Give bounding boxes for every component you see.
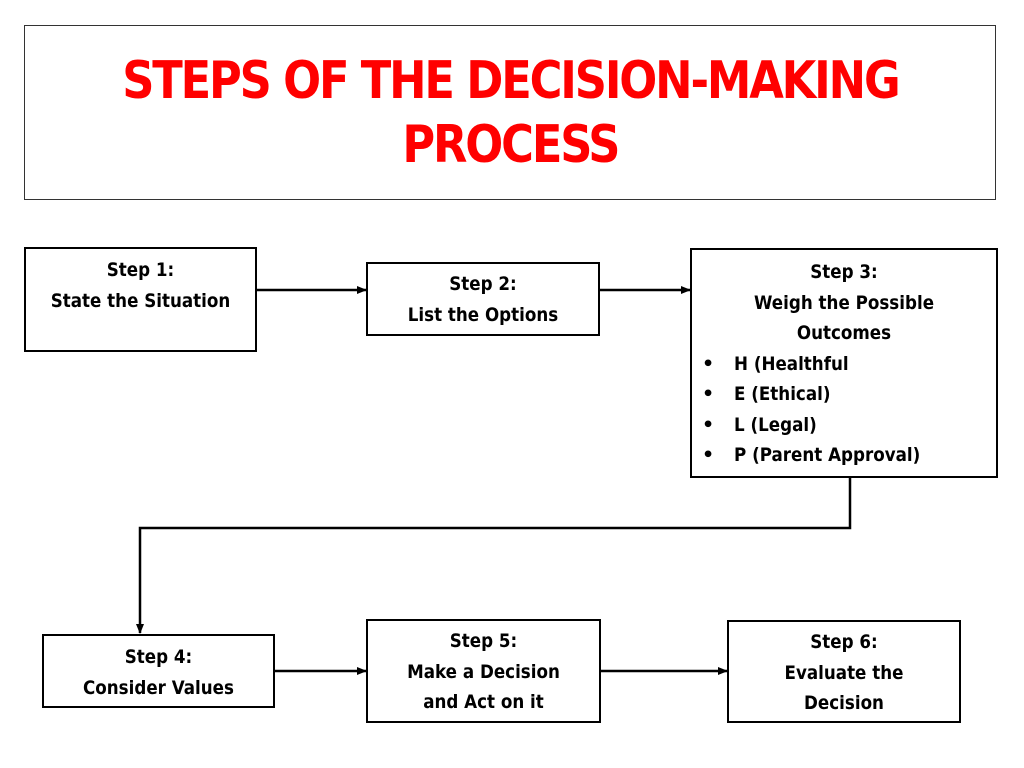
step-3-text-1: Weigh the Possible (753, 291, 935, 314)
step-3-label: Step 3: (810, 261, 878, 283)
arrow-step3-to-step4 (136, 477, 852, 634)
step-6-text-2: Decision (804, 692, 884, 714)
criteria-text: P (Parent Approval) (734, 444, 921, 466)
step-3-box: Step 3: Weigh the Possible Outcomes • H … (690, 248, 998, 478)
criteria-item-legal: • L (Legal) (692, 410, 996, 441)
step-1-label: Step 1: (106, 259, 175, 281)
bullet-icon: • (702, 383, 715, 405)
step-4-label: Step 4: (124, 646, 193, 668)
step-1-box: Step 1: State the Situation (24, 247, 257, 352)
criteria-item-healthful: • H (Healthful (692, 349, 996, 380)
step-2-text: List the Options (407, 303, 559, 326)
step-6-text-1: Evaluate the (784, 661, 904, 684)
step-3-criteria-list: • H (Healthful • E (Ethical) • L (Legal)… (692, 349, 996, 471)
step-5-box: Step 5: Make a Decision and Act on it (366, 619, 601, 723)
step-6-label: Step 6: (810, 631, 878, 653)
step-2-box: Step 2: List the Options (366, 262, 600, 336)
step-5-label: Step 5: (449, 630, 518, 652)
bullet-icon: • (702, 352, 715, 375)
criteria-text: H (Healthful (734, 352, 849, 375)
step-5-text-2: and Act on it (423, 691, 544, 713)
step-1-text: State the Situation (50, 289, 231, 312)
step-4-box: Step 4: Consider Values (42, 634, 275, 708)
step-3-text-2: Outcomes (796, 322, 892, 344)
criteria-text: E (Ethical) (734, 383, 831, 405)
criteria-item-parent-approval: • P (Parent Approval) (692, 440, 996, 471)
bullet-icon: • (702, 444, 715, 466)
step-4-text: Consider Values (83, 676, 234, 699)
criteria-text: L (Legal) (734, 413, 817, 436)
bullet-icon: • (702, 413, 715, 436)
step-5-text-1: Make a Decision (407, 660, 560, 683)
step-2-label: Step 2: (449, 273, 517, 295)
step-6-box: Step 6: Evaluate the Decision (727, 620, 961, 723)
criteria-item-ethical: • E (Ethical) (692, 379, 996, 410)
